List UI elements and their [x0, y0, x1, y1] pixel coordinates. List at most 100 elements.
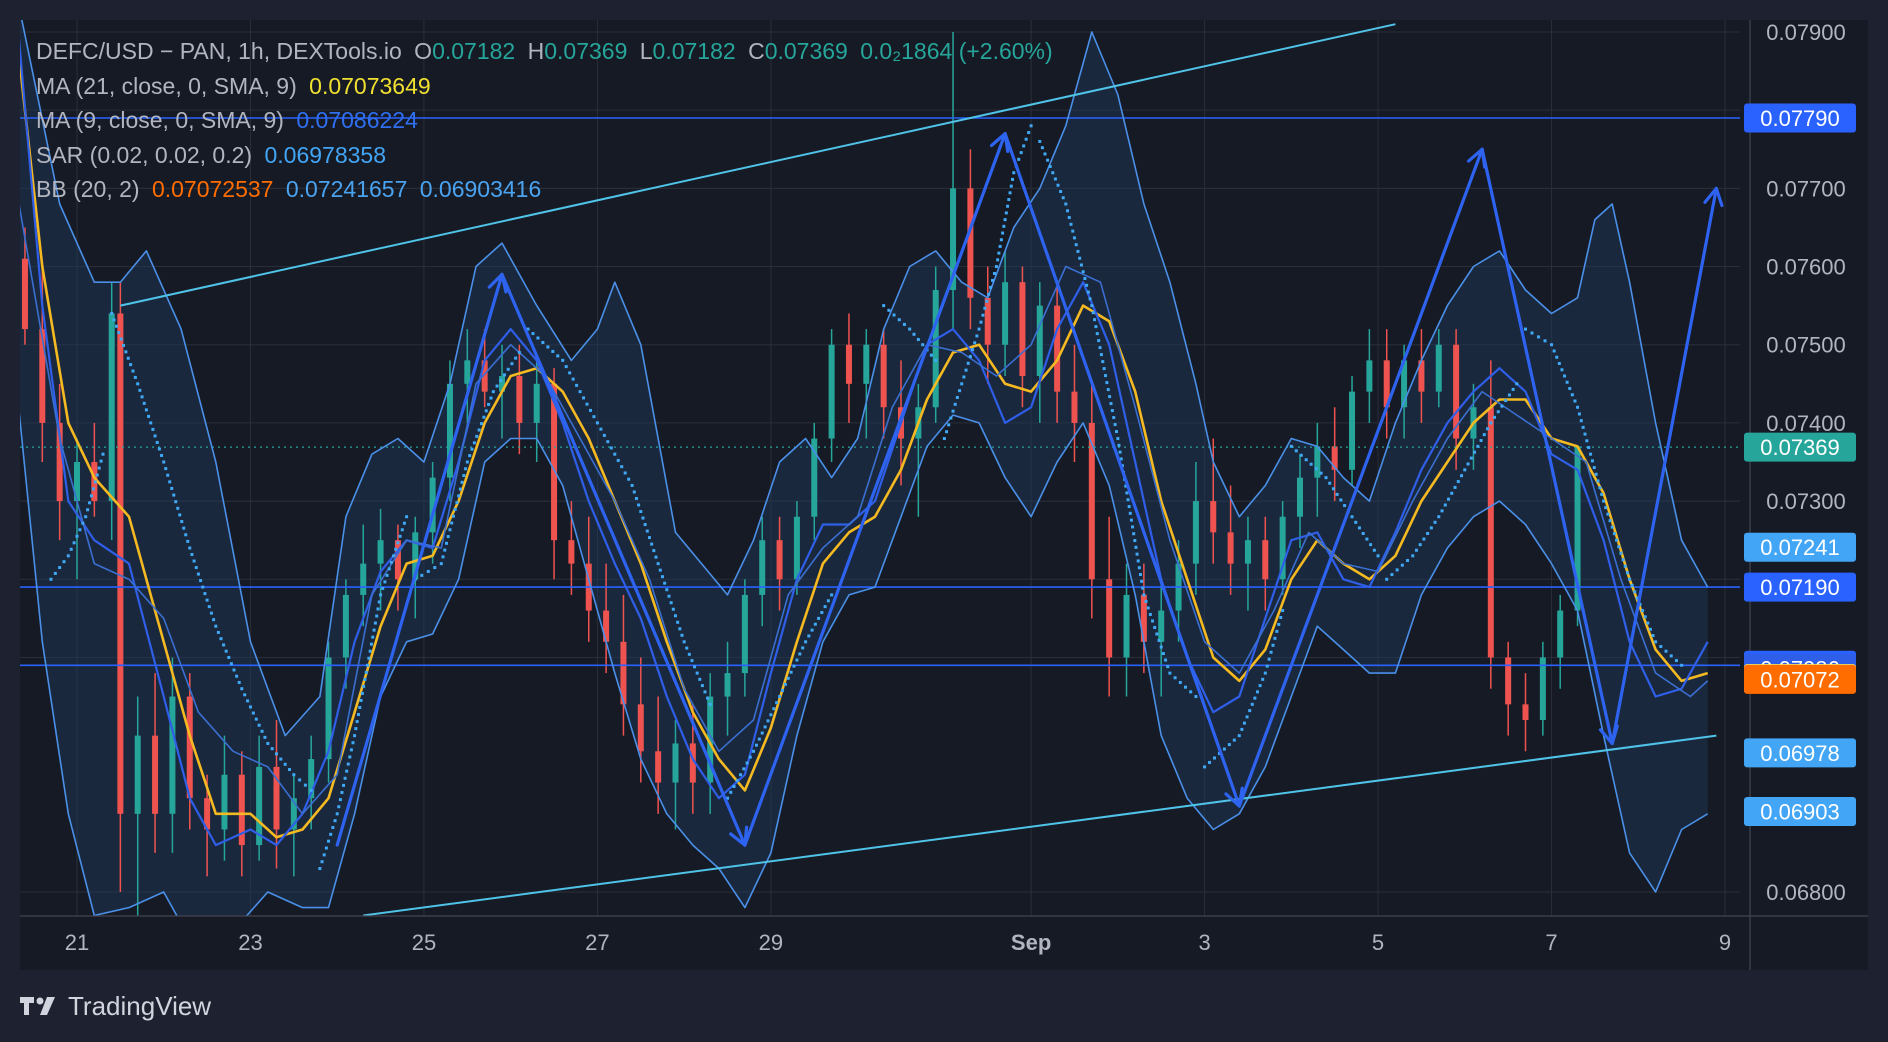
sar-dot	[1289, 444, 1293, 448]
tradingview-brand[interactable]: TradingView	[20, 990, 211, 1022]
candle-body	[1036, 305, 1043, 376]
sar-dot	[1263, 671, 1267, 675]
candle	[1106, 516, 1113, 697]
sar-dot	[786, 676, 790, 680]
sar-dot	[606, 440, 610, 444]
sar-dot	[1543, 339, 1547, 343]
sar-dot	[448, 528, 452, 532]
sar-dot	[84, 515, 88, 519]
sar-dot	[968, 354, 972, 358]
sar-dot	[309, 788, 313, 792]
legend-open-label: O	[414, 38, 433, 64]
sar-dot	[613, 452, 617, 456]
sar-dot	[260, 729, 264, 733]
sar-dot	[168, 480, 172, 484]
sar-dot	[318, 867, 322, 871]
sar-dot	[359, 698, 363, 702]
sar-dot	[1105, 381, 1109, 385]
sar-dot	[1604, 506, 1608, 510]
sar-dot	[1335, 492, 1339, 496]
sar-dot	[623, 471, 627, 475]
sar-dot	[1144, 599, 1148, 603]
sar-dot	[180, 520, 184, 524]
sar-dot	[72, 541, 76, 545]
candle	[1505, 641, 1512, 736]
sar-dot	[820, 611, 824, 614]
sar-dot	[1314, 467, 1318, 471]
sar-dot	[1086, 290, 1090, 294]
sar-dot	[1151, 619, 1155, 623]
sar-dot	[484, 409, 488, 413]
legend-bb-row: BB (20, 2) 0.07072537 0.07241657 0.06903…	[36, 172, 1059, 207]
sar-dot	[592, 415, 596, 419]
candle-body	[1435, 344, 1442, 392]
price-label-text: 0.07072	[1760, 667, 1840, 692]
sar-dot	[981, 313, 985, 317]
sar-dot	[1504, 399, 1508, 403]
sar-dot	[360, 691, 364, 695]
sar-dot	[996, 258, 1000, 262]
sar-dot	[190, 553, 194, 557]
sar-dot	[1354, 520, 1358, 524]
sar-dot	[133, 375, 137, 379]
sar-dot	[205, 598, 209, 602]
sar-dot	[690, 659, 694, 663]
sar-dot	[117, 331, 121, 335]
sar-dot	[240, 687, 244, 691]
sar-dot	[807, 634, 811, 638]
sar-dot	[769, 713, 773, 717]
sar-dot	[184, 533, 188, 537]
sar-dot	[49, 577, 53, 581]
sar-dot	[351, 741, 355, 745]
sar-dot	[354, 727, 358, 731]
sar-dot	[1071, 229, 1075, 233]
sar-dot	[468, 454, 472, 458]
sar-dot	[792, 664, 796, 668]
sar-dot	[254, 717, 258, 721]
sar-dot	[464, 467, 468, 471]
sar-dot	[97, 466, 101, 470]
sar-dot	[1109, 402, 1113, 406]
price-label-badge: 0.07369	[1744, 432, 1856, 462]
sar-dot	[695, 671, 699, 675]
sar-dot	[958, 389, 962, 393]
price-label-text: 0.07190	[1760, 575, 1840, 600]
sar-dot	[178, 513, 182, 517]
sar-dot	[645, 529, 649, 533]
sar-dot	[1486, 427, 1490, 431]
sar-dot	[207, 605, 211, 609]
sar-dot	[472, 441, 476, 445]
sar-dot	[337, 805, 341, 809]
sar-dot	[1104, 374, 1108, 378]
legend-ma21-label: MA (21, close, 0, SMA, 9)	[36, 72, 297, 99]
candle	[1123, 563, 1130, 697]
sar-dot	[446, 535, 450, 539]
sar-dot	[53, 571, 57, 575]
sar-dot	[1530, 331, 1534, 335]
sar-dot	[1136, 559, 1140, 563]
candle-body	[672, 743, 679, 783]
sar-dot	[324, 846, 328, 850]
sar-dot	[439, 562, 443, 566]
sar-dot	[1279, 615, 1283, 619]
candle	[1539, 641, 1546, 736]
sar-dot	[902, 322, 906, 326]
sar-dot	[955, 396, 959, 399]
sar-dot	[1099, 353, 1103, 357]
sar-dot	[953, 402, 957, 406]
sar-dot	[652, 549, 656, 553]
sar-dot	[1304, 458, 1308, 462]
sar-dot	[387, 567, 391, 571]
sar-dot	[1265, 664, 1269, 668]
candle-body	[984, 297, 991, 345]
sar-dot	[1059, 189, 1063, 193]
sar-dot	[176, 506, 180, 510]
sar-dot	[1385, 577, 1389, 581]
sar-dot	[1623, 564, 1627, 568]
sar-dot	[151, 427, 155, 431]
sar-dot	[665, 588, 669, 592]
sar-dot	[585, 402, 589, 406]
sar-dot	[1511, 387, 1515, 391]
channel-lower-line	[363, 734, 1717, 916]
sar-dot	[147, 414, 151, 418]
